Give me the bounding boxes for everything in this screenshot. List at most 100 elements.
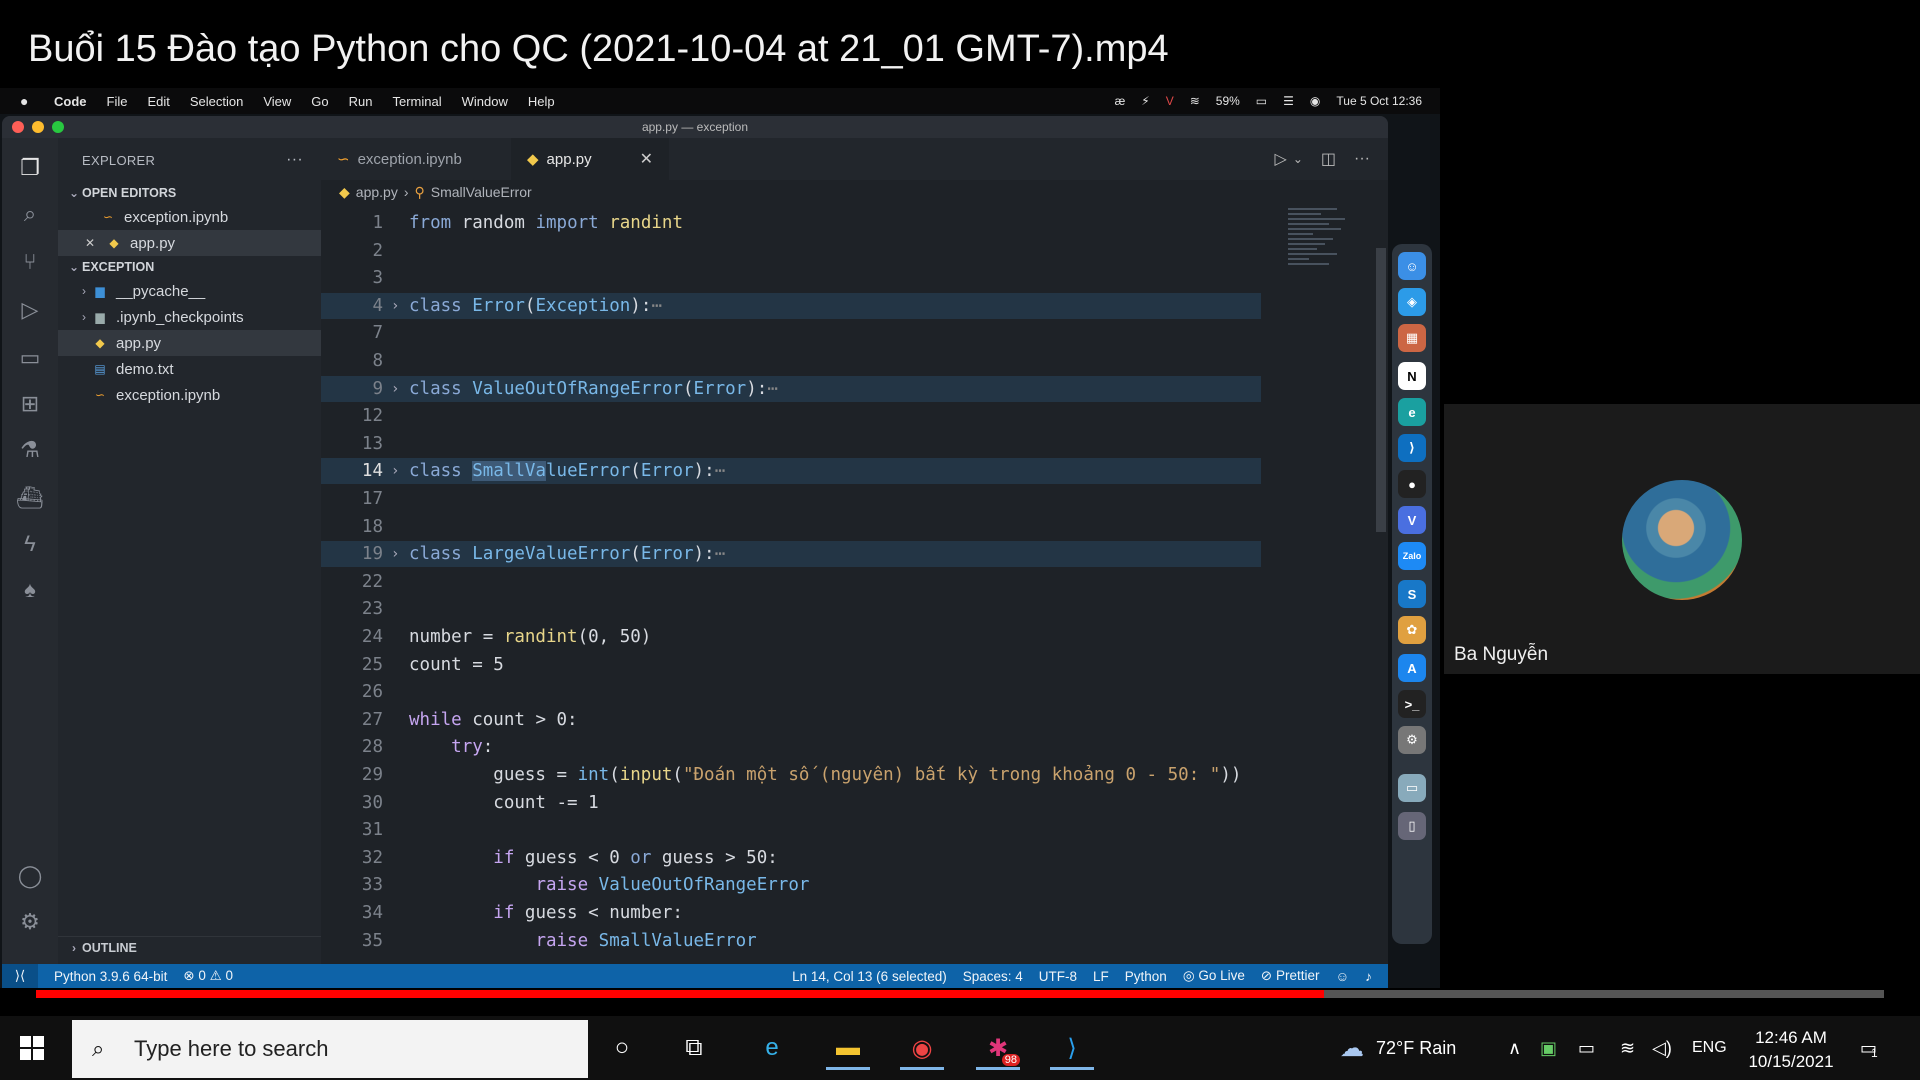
code-line[interactable]: 18 bbox=[321, 514, 1261, 540]
code-line[interactable]: 34 if guess < number: bbox=[321, 900, 1261, 926]
folder-section[interactable]: ⌄ EXCEPTION bbox=[58, 256, 321, 278]
battery-icon[interactable]: ▭ bbox=[1256, 94, 1267, 108]
source-control-icon[interactable]: ⑂ bbox=[16, 248, 44, 276]
code-line[interactable]: 19 › class LargeValueError(Error):⋯ bbox=[321, 541, 1261, 568]
code-line[interactable]: 13 bbox=[321, 431, 1261, 457]
tree-item-folder[interactable]: › ▆ __pycache__ bbox=[58, 278, 321, 304]
slack-icon[interactable]: ✱ 98 bbox=[976, 1026, 1020, 1070]
code-editor[interactable]: 1 from random import randint 2 3 4 › class Err… bbox=[321, 204, 1388, 964]
ae-icon[interactable]: æ bbox=[1115, 94, 1126, 108]
search-icon[interactable]: ⌕ bbox=[16, 200, 44, 228]
apple-icon[interactable]: ● bbox=[20, 93, 40, 109]
tab-exception-ipynb[interactable]: ∽ exception.ipynb bbox=[321, 138, 511, 180]
code-line[interactable]: 24 number = randint(0, 50) bbox=[321, 624, 1261, 650]
account-icon[interactable]: ◯ bbox=[16, 862, 44, 890]
code-line[interactable]: 4 › class Error(Exception):⋯ bbox=[321, 292, 1261, 319]
breadcrumb-file[interactable]: app.py bbox=[356, 184, 398, 200]
code-line[interactable]: 29 guess = int(input("Đoán một số (nguyê… bbox=[321, 762, 1261, 788]
remote-explorer-icon[interactable]: ▭ bbox=[16, 344, 44, 372]
code-line[interactable]: 31 bbox=[321, 817, 1261, 843]
run-debug-icon[interactable]: ▷ bbox=[16, 296, 44, 324]
code-line[interactable]: 25 count = 5 bbox=[321, 652, 1261, 678]
file-explorer-icon[interactable]: ▬ bbox=[826, 1026, 870, 1070]
vscode-taskbar-icon[interactable]: ⟩ bbox=[1050, 1026, 1094, 1070]
trash-icon[interactable]: ▯ bbox=[1398, 812, 1426, 840]
open-editors-section[interactable]: ⌄ OPEN EDITORS bbox=[58, 182, 321, 204]
open-editor-item[interactable]: ✕ ◆ app.py bbox=[58, 230, 321, 256]
mongodb-leaf-icon[interactable]: ♠ bbox=[16, 576, 44, 604]
code-line[interactable]: 14 › class SmallValueError(Error):⋯ bbox=[321, 458, 1261, 485]
indentation-status[interactable]: Spaces: 4 bbox=[963, 969, 1023, 984]
explorer-icon[interactable]: ❐ bbox=[16, 154, 44, 182]
menu-file[interactable]: File bbox=[107, 94, 128, 109]
code-line[interactable]: 2 bbox=[321, 238, 1261, 264]
thunder-icon[interactable]: ϟ bbox=[16, 530, 44, 558]
menubar-clock[interactable]: Tue 5 Oct 12:36 bbox=[1336, 94, 1422, 108]
encoding-status[interactable]: UTF-8 bbox=[1039, 969, 1077, 984]
tree-item-file[interactable]: ◆ app.py bbox=[58, 330, 321, 356]
fold-chevron-icon[interactable]: › bbox=[391, 298, 409, 314]
video-progress-bar[interactable] bbox=[36, 990, 1884, 998]
eol-status[interactable]: LF bbox=[1093, 969, 1109, 984]
run-file-icon[interactable]: ▷ bbox=[1275, 149, 1287, 169]
more-actions-icon[interactable]: ··· bbox=[286, 151, 303, 169]
safari-icon[interactable]: ◈ bbox=[1398, 288, 1426, 316]
vivaldi-icon[interactable]: V bbox=[1166, 94, 1174, 108]
code-line[interactable]: 3 bbox=[321, 265, 1261, 291]
python-interpreter[interactable]: Python 3.9.6 64-bit bbox=[54, 969, 167, 984]
code-line[interactable]: 1 from random import randint bbox=[321, 210, 1261, 236]
tray-overflow-icon[interactable]: ∧ bbox=[1508, 1016, 1521, 1080]
open-editor-item[interactable]: ∽ exception.ipynb bbox=[58, 204, 321, 230]
language-mode[interactable]: Python bbox=[1125, 969, 1167, 984]
menu-terminal[interactable]: Terminal bbox=[393, 94, 442, 109]
minimap[interactable] bbox=[1288, 208, 1370, 298]
code-line[interactable]: 22 bbox=[321, 569, 1261, 595]
menu-run[interactable]: Run bbox=[349, 94, 373, 109]
edge-icon[interactable]: e bbox=[1398, 398, 1426, 426]
menu-help[interactable]: Help bbox=[528, 94, 555, 109]
chrome-icon[interactable]: ◉ bbox=[900, 1026, 944, 1070]
code-line[interactable]: 12 bbox=[321, 403, 1261, 429]
fold-chevron-icon[interactable]: › bbox=[391, 546, 409, 562]
skype-icon[interactable]: S bbox=[1398, 580, 1426, 608]
notification-center-icon[interactable]: ▭ 1 bbox=[1860, 1016, 1878, 1080]
figma-icon[interactable]: ● bbox=[1398, 470, 1426, 498]
vscode-icon[interactable]: ⟩ bbox=[1398, 434, 1426, 462]
code-line[interactable]: 26 bbox=[321, 679, 1261, 705]
outline-section[interactable]: › OUTLINE bbox=[58, 936, 321, 958]
more-actions-icon[interactable]: ··· bbox=[1354, 150, 1370, 168]
close-tab-icon[interactable]: ✕ bbox=[640, 149, 653, 169]
input-language[interactable]: ENG bbox=[1692, 1016, 1727, 1080]
code-line[interactable]: 17 bbox=[321, 486, 1261, 512]
app-store-icon[interactable]: A bbox=[1398, 654, 1426, 682]
control-center-icon[interactable]: ☰ bbox=[1283, 94, 1294, 108]
menu-app[interactable]: Code bbox=[54, 94, 87, 109]
volume-icon[interactable]: ◁) bbox=[1652, 1016, 1672, 1080]
windows-start-icon[interactable] bbox=[20, 1036, 44, 1060]
photos-icon[interactable]: ✿ bbox=[1398, 616, 1426, 644]
code-line[interactable]: 28 try: bbox=[321, 734, 1261, 760]
code-line[interactable]: 27 while count > 0: bbox=[321, 707, 1261, 733]
launchpad-icon[interactable]: ▦ bbox=[1398, 324, 1426, 352]
chevron-down-icon[interactable]: ⌄ bbox=[1293, 152, 1303, 166]
prettier-button[interactable]: ⊘ Prettier bbox=[1261, 968, 1320, 984]
code-line[interactable]: 30 count -= 1 bbox=[321, 790, 1261, 816]
code-line[interactable]: 8 bbox=[321, 348, 1261, 374]
testing-icon[interactable]: ⚗ bbox=[16, 436, 44, 464]
taskbar-search-box[interactable]: ⌕ Type here to search bbox=[72, 1020, 588, 1078]
code-line[interactable]: 9 › class ValueOutOfRangeError(Error):⋯ bbox=[321, 375, 1261, 402]
feedback-icon[interactable]: ☺ bbox=[1335, 969, 1349, 984]
taskbar-clock[interactable]: 12:46 AM 10/15/2021 bbox=[1736, 1026, 1846, 1074]
fold-chevron-icon[interactable]: › bbox=[391, 381, 409, 397]
wifi-icon[interactable]: ≋ bbox=[1190, 94, 1200, 108]
split-editor-icon[interactable]: ◫ bbox=[1321, 149, 1336, 169]
code-line[interactable]: 33 raise ValueOutOfRangeError bbox=[321, 872, 1261, 898]
system-preferences-icon[interactable]: ⚙ bbox=[1398, 726, 1426, 754]
notion-icon[interactable]: N bbox=[1398, 362, 1426, 390]
code-line[interactable]: 7 bbox=[321, 320, 1261, 346]
siri-icon[interactable]: ◉ bbox=[1310, 94, 1320, 108]
menu-window[interactable]: Window bbox=[462, 94, 508, 109]
cortana-icon[interactable]: ○ bbox=[600, 1026, 644, 1070]
breadcrumb-symbol[interactable]: SmallValueError bbox=[431, 184, 532, 200]
menu-view[interactable]: View bbox=[263, 94, 291, 109]
